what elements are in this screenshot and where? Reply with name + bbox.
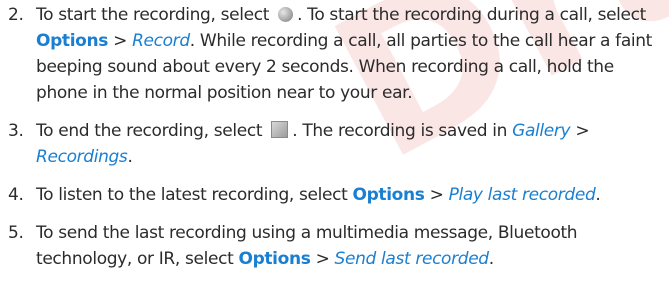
step-text-part: . The recording is saved in <box>292 121 508 141</box>
step-text: To send the last recording using a multi… <box>36 220 661 272</box>
instruction-list-section: 2. To start the recording, select . To s… <box>0 0 669 272</box>
menu-separator: > <box>575 121 590 141</box>
step-text-part: To listen to the latest recording, selec… <box>36 185 348 205</box>
step-text-part: . <box>488 249 494 269</box>
step-item-5: 5. To send the last recording using a mu… <box>8 220 661 272</box>
recordings-menu-path: Recordings <box>36 147 128 167</box>
options-keyword: Options <box>36 31 109 51</box>
step-text: To start the recording, select . To star… <box>36 2 661 106</box>
gallery-menu-path: Gallery <box>512 121 571 141</box>
steps-list: 2. To start the recording, select . To s… <box>8 2 661 272</box>
options-keyword: Options <box>238 249 311 269</box>
menu-separator: > <box>429 185 444 205</box>
step-number: 5. <box>8 223 24 243</box>
record-icon <box>278 7 294 22</box>
step-text: To end the recording, select . The recor… <box>36 118 661 170</box>
send-last-recorded-menu-path: Send last recorded <box>334 249 490 269</box>
step-number: 2. <box>8 5 24 25</box>
step-text-part: . While recording a call, all parties to… <box>36 31 652 103</box>
step-text-part: . To start the recording during a call, … <box>297 5 646 25</box>
step-text-part: To end the recording, select <box>36 121 263 141</box>
step-text-part: . <box>127 147 133 167</box>
step-item-2: 2. To start the recording, select . To s… <box>8 2 661 106</box>
step-text-part: To start the recording, select <box>36 5 270 25</box>
menu-separator: > <box>315 249 330 269</box>
step-text-part: . <box>595 185 601 205</box>
play-last-recorded-menu-path: Play last recorded <box>448 185 596 205</box>
step-number: 3. <box>8 121 24 141</box>
step-item-3: 3. To end the recording, select . The re… <box>8 118 661 170</box>
step-item-4: 4. To listen to the latest recording, se… <box>8 182 661 208</box>
menu-separator: > <box>113 31 127 51</box>
step-text: To listen to the latest recording, selec… <box>36 182 661 208</box>
step-number: 4. <box>8 185 24 205</box>
stop-icon <box>271 121 289 138</box>
record-menu-path: Record <box>132 31 190 51</box>
options-keyword: Options <box>352 185 425 205</box>
